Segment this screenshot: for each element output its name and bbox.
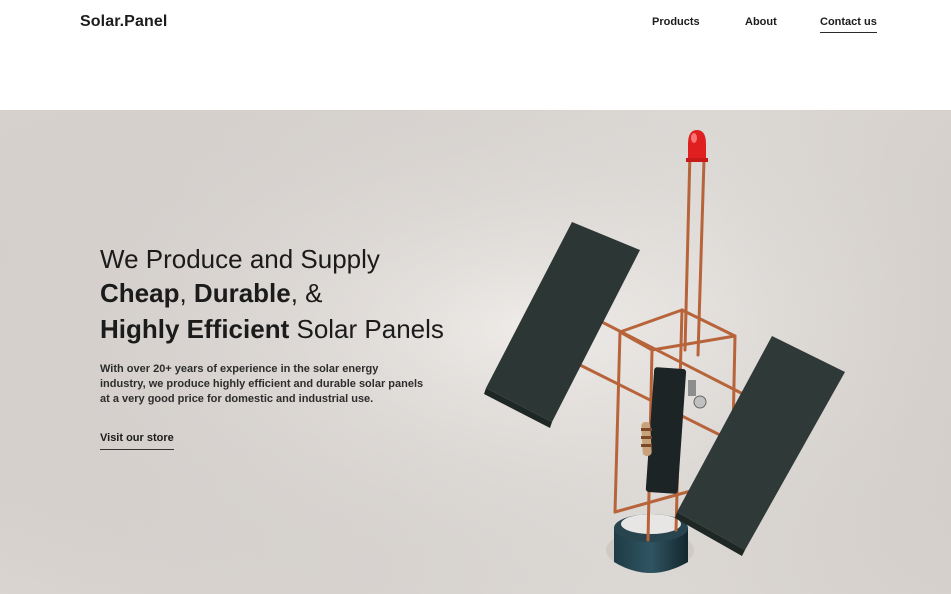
headline-rest: Solar Panels — [289, 314, 444, 344]
nav-about[interactable]: About — [745, 16, 777, 28]
headline-line-2: Cheap, Durable, & — [100, 280, 323, 306]
headline-separator: , & — [290, 278, 323, 308]
visit-store-link[interactable]: Visit our store — [100, 432, 174, 450]
headline-line-1: We Produce and Supply — [100, 244, 380, 274]
hero-section: We Produce and Supply Cheap, Durable, & … — [0, 110, 951, 594]
headline-word-efficient: Highly Efficient — [100, 314, 290, 344]
headline-separator: , — [179, 278, 194, 308]
description-line: at a very good price for domestic and in… — [100, 393, 374, 405]
headline-word-cheap: Cheap — [100, 278, 180, 308]
hero-description: With over 20+ years of experience in the… — [100, 362, 430, 407]
description-line: industry, we produce highly efficient an… — [100, 378, 424, 390]
nav-contact-us[interactable]: Contact us — [820, 16, 877, 33]
solar-panel-model-image — [0, 110, 951, 594]
top-navigation: Solar.Panel Products About Contact us — [0, 0, 951, 110]
logo[interactable]: Solar.Panel — [80, 13, 167, 31]
nav-products[interactable]: Products — [652, 16, 700, 28]
headline-line-3: Highly Efficient Solar Panels — [100, 316, 444, 342]
description-line: With over 20+ years of experience in the… — [100, 363, 379, 375]
headline-word-durable: Durable — [193, 278, 291, 308]
